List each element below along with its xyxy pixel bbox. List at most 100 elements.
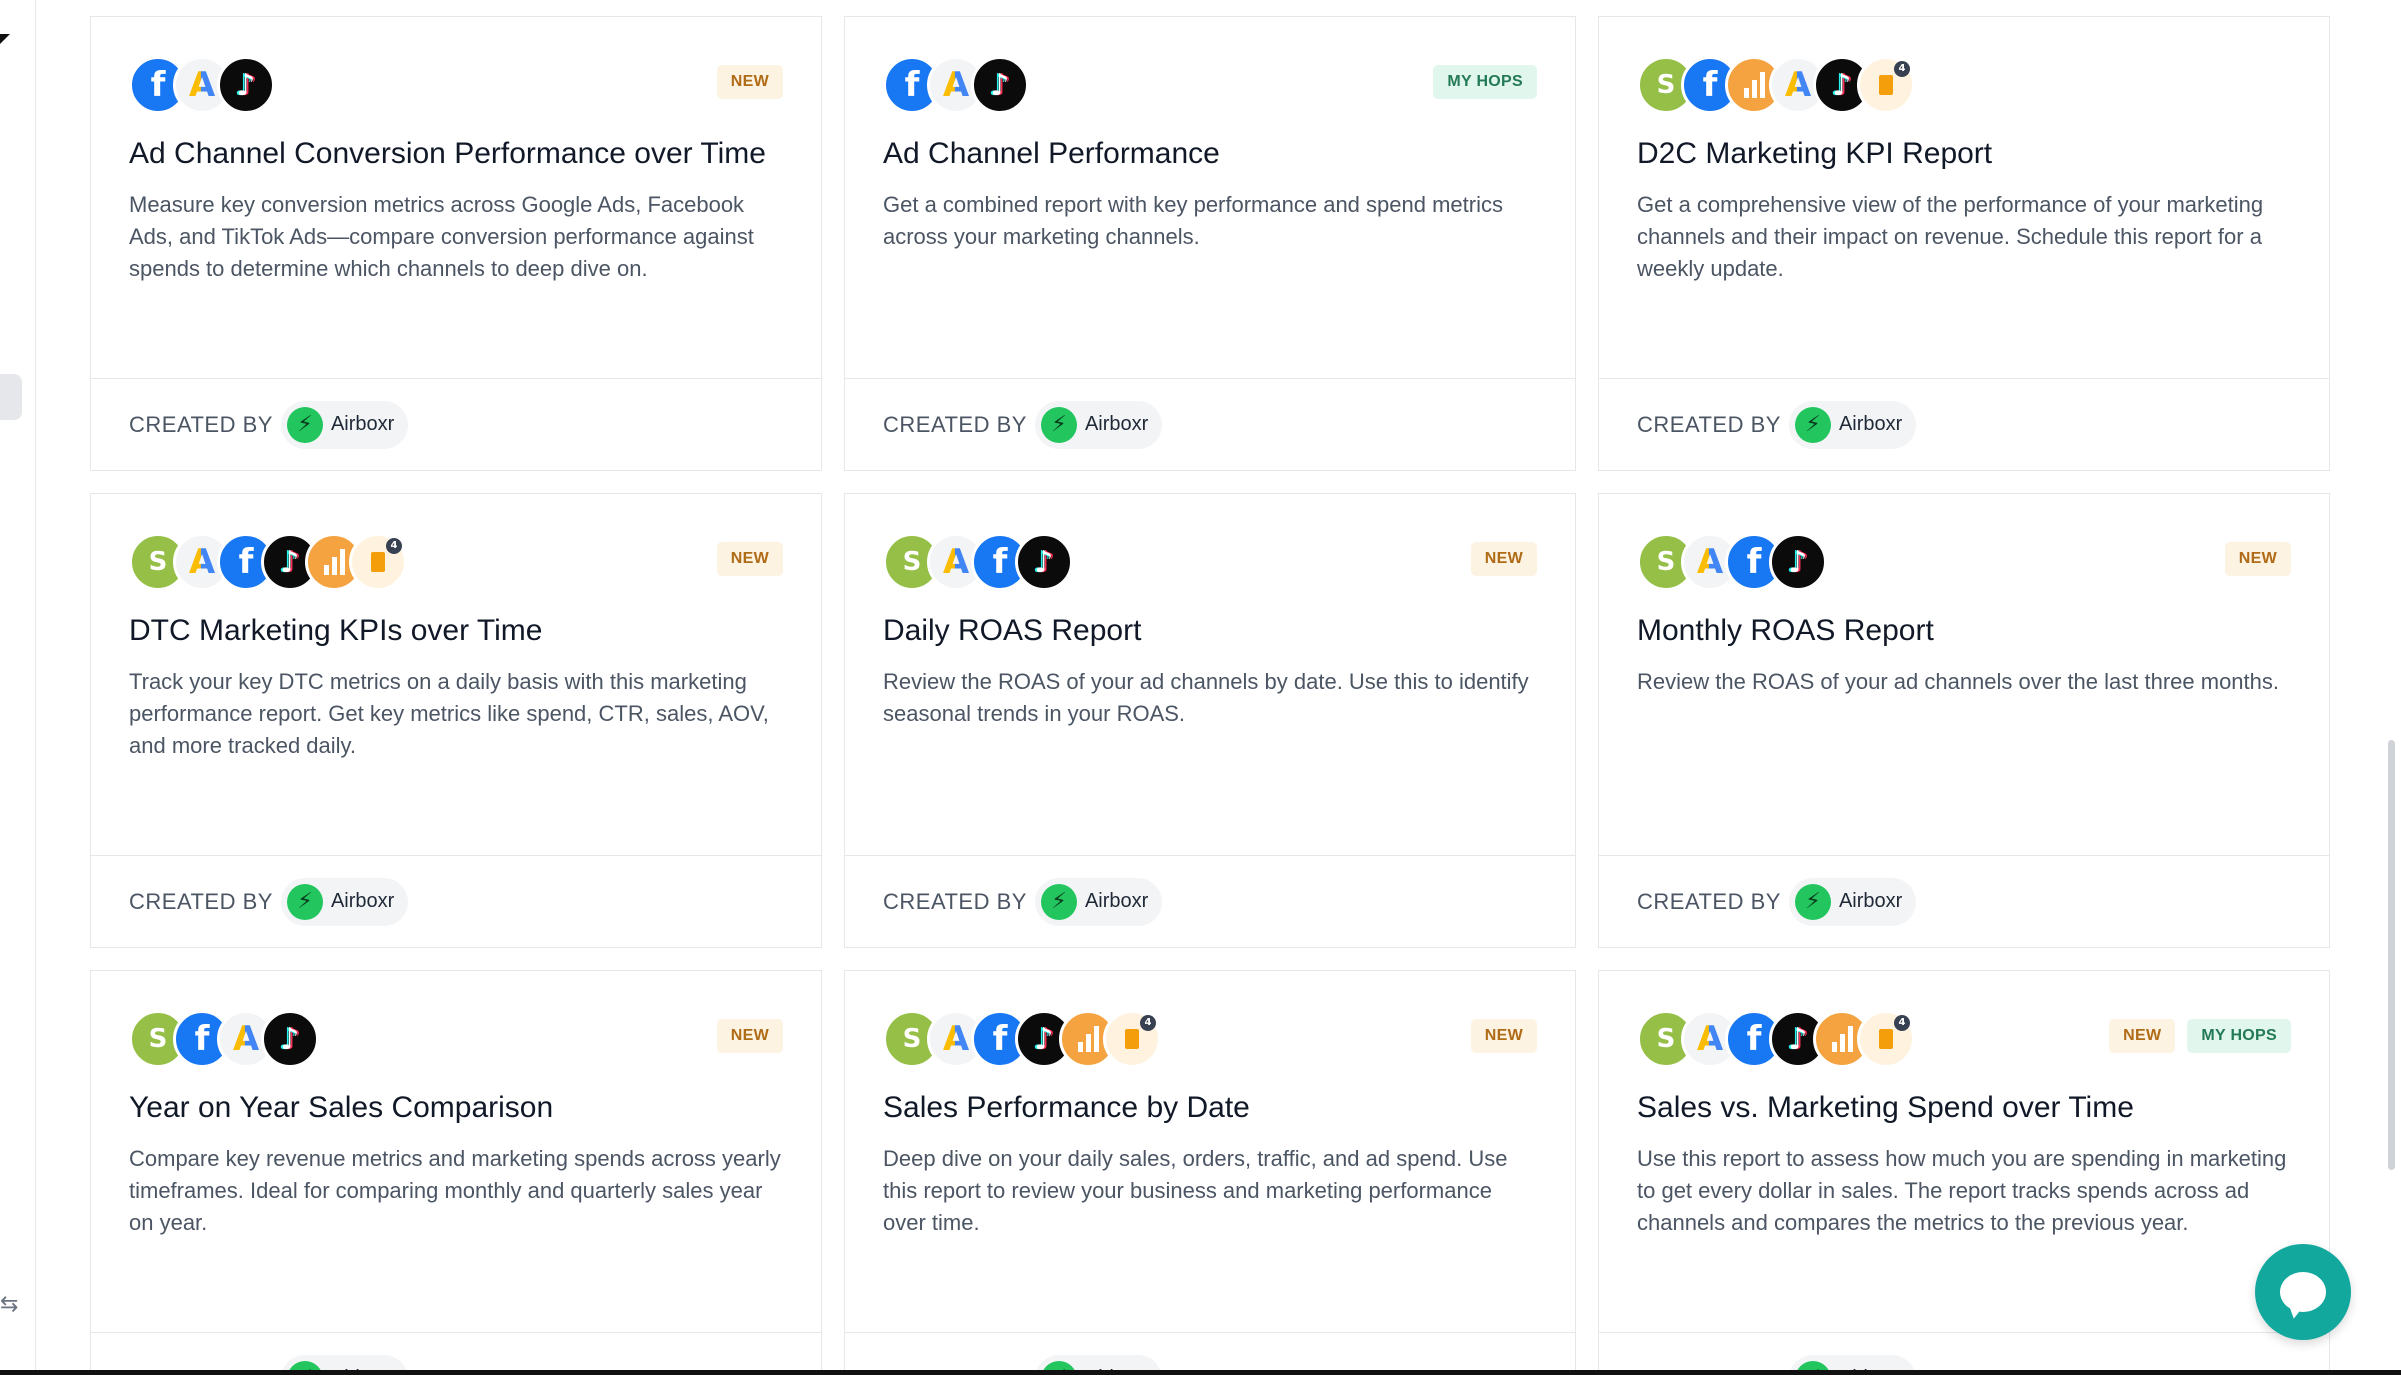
card-title[interactable]: Ad Channel Performance [883,135,1537,173]
card-body: S Af ♪ NEW Daily ROAS Report Review the ROAS … [845,494,1575,856]
chat-launcher-button[interactable] [2255,1244,2351,1340]
tiktok-icon: ♪ [217,56,275,114]
creator-chip[interactable]: ⚡ Airboxr [1034,877,1163,926]
more-integrations-icon: 4 [1857,56,1915,114]
airboxr-logo-icon: ⚡ [1040,883,1077,920]
card-badges: MY HOPS [1433,65,1537,99]
card-body: f A ♪ MY HOPS Ad Channel Performance Get a co… [845,17,1575,379]
card-badges: NEW [716,1019,783,1053]
card-title[interactable]: Daily ROAS Report [883,612,1537,650]
tiktok-icon: ♪ [1015,533,1073,591]
report-card[interactable]: S Af ♪ 4 NEW DTC Marketing KPIs over Time Trac… [90,493,822,948]
report-template-grid: f A ♪ NEW Ad Channel Conversion Performance … [90,16,2330,1375]
created-by-label: CREATED BY [883,888,1027,914]
created-by-label: CREATED BY [1637,888,1781,914]
new-badge: NEW [716,542,783,576]
sidebar-active-indicator[interactable] [0,374,22,420]
report-card[interactable]: S Af ♪ NEW Daily ROAS Report Review the ROAS … [844,493,1576,948]
collapse-caret-icon[interactable] [0,34,10,44]
report-card[interactable]: Sf A ♪ NEW Year on Year Sales Comparison Comp… [90,970,822,1375]
left-sidebar: ⇆ [0,0,36,1375]
created-by-label: CREATED BY [129,888,273,914]
card-footer: CREATED BY⚡Airboxr [845,1332,1575,1375]
card-footer: CREATED BY ⚡ Airboxr [845,855,1575,947]
integration-icons: Sf A ♪ 4 [1637,55,2291,115]
my-hops-badge: MY HOPS [2187,1019,2291,1053]
card-description: Measure key conversion metrics across Go… [129,192,754,281]
creator-name: Airboxr [330,413,395,435]
chat-bubble-icon [2280,1272,2326,1312]
card-badges: NEW [2224,542,2291,576]
new-badge: NEW [2224,542,2291,576]
more-integrations-icon: 4 [349,533,407,591]
card-badges: NEW [716,65,783,99]
new-badge: NEW [1470,1019,1537,1053]
creator-chip[interactable]: ⚡ Airboxr [280,400,409,449]
card-body: S Af ♪ 4 NEW DTC Marketing KPIs over Time Trac… [91,494,821,856]
created-by-label: CREATED BY [1637,411,1781,437]
scrollbar-thumb[interactable] [2388,740,2395,1170]
card-title[interactable]: Sales vs. Marketing Spend over Time [1637,1089,2291,1127]
creator-name: Airboxr [330,890,395,912]
card-badges: NEW MY HOPS [2109,1019,2291,1053]
card-badges: NEW [1470,542,1537,576]
card-footer: CREATED BY ⚡ Airboxr [91,855,821,947]
card-footer: CREATED BY⚡Airboxr [845,378,1575,470]
tiktok-icon: ♪ [261,1010,319,1068]
card-description: Compare key revenue metrics and marketin… [129,1146,781,1235]
new-badge: NEW [1470,542,1537,576]
more-integrations-icon: 4 [1103,1010,1161,1068]
new-badge: NEW [716,1019,783,1053]
card-title[interactable]: Sales Performance by Date [883,1089,1537,1127]
card-description: Get a comprehensive view of the performa… [1637,192,2264,281]
integration-icons: Sf A ♪ [129,1009,783,1069]
card-body: Sf A ♪ 4 D2C Marketing KPI Report Get a compr… [1599,17,2329,379]
report-card[interactable]: S Af ♪ 4 NEW MY HOPS Sales vs. Marketing Spend… [1598,970,2330,1375]
creator-chip[interactable]: ⚡ Airboxr [280,877,409,926]
integration-icons: S Af ♪ [1637,532,2291,592]
new-badge: NEW [716,65,783,99]
sidebar-exit-icon[interactable]: ⇆ [0,1290,18,1318]
airboxr-logo-icon: ⚡ [286,883,323,920]
created-by-label: CREATED BY [129,411,273,437]
card-title[interactable]: Ad Channel Conversion Performance over T… [129,135,783,173]
report-card[interactable]: f A ♪ MY HOPS Ad Channel Performance Get a co… [844,16,1576,471]
integration-icons: S Af ♪ [883,532,1537,592]
tiktok-icon: ♪ [971,56,1029,114]
integration-icons: S Af ♪ 4 [129,532,783,592]
card-title[interactable]: Monthly ROAS Report [1637,612,2291,650]
airboxr-logo-icon: ⚡ [1794,883,1831,920]
creator-chip[interactable]: ⚡ Airboxr [1788,877,1917,926]
creator-name: Airboxr [1838,890,1903,912]
integration-icons: S Af ♪ 4 [883,1009,1537,1069]
card-footer: CREATED BY ⚡ Airboxr [1599,378,2329,470]
card-title[interactable]: Year on Year Sales Comparison [129,1089,783,1127]
card-title[interactable]: D2C Marketing KPI Report [1637,135,2291,173]
report-card[interactable]: f A ♪ NEW Ad Channel Conversion Performance … [90,16,822,471]
card-title[interactable]: DTC Marketing KPIs over Time [129,612,783,650]
card-body: Sf A ♪ NEW Year on Year Sales Comparison Comp… [91,971,821,1333]
tiktok-icon: ♪ [1769,533,1827,591]
card-description: Use this report to assess how much you a… [1637,1146,2287,1235]
report-card[interactable]: Sf A ♪ 4 D2C Marketing KPI Report Get a compr… [1598,16,2330,471]
creator-name: Airboxr [1838,413,1903,435]
card-description: Get a combined report with key performan… [883,192,1503,249]
card-body: S Af ♪ NEW Monthly ROAS Report Review the ROA… [1599,494,2329,856]
report-card[interactable]: S Af ♪ NEW Monthly ROAS Report Review the ROA… [1598,493,2330,948]
card-footer: CREATED BY ⚡Airboxr [91,378,821,470]
airboxr-logo-icon: ⚡ [1794,406,1831,443]
airboxr-logo-icon: ⚡ [1040,406,1077,443]
my-hops-badge: MY HOPS [1433,65,1537,99]
card-description: Track your key DTC metrics on a daily ba… [129,669,769,758]
card-footer: CREATED BY⚡Airboxr [1599,1332,2329,1375]
creator-name: Airboxr [1084,413,1149,435]
creator-chip[interactable]: ⚡ Airboxr [1788,400,1917,449]
card-body: S Af ♪ 4 NEW Sales Performance by Date Deep di… [845,971,1575,1333]
card-description: Review the ROAS of your ad channels by d… [883,669,1529,726]
card-description: Deep dive on your daily sales, orders, t… [883,1146,1508,1235]
creator-name: Airboxr [1084,890,1149,912]
card-body: S Af ♪ 4 NEW MY HOPS Sales vs. Marketing Spend… [1599,971,2329,1333]
creator-chip[interactable]: ⚡ Airboxr [1034,400,1163,449]
report-card[interactable]: S Af ♪ 4 NEW Sales Performance by Date Deep di… [844,970,1576,1375]
card-description: Review the ROAS of your ad channels over… [1637,669,2279,694]
